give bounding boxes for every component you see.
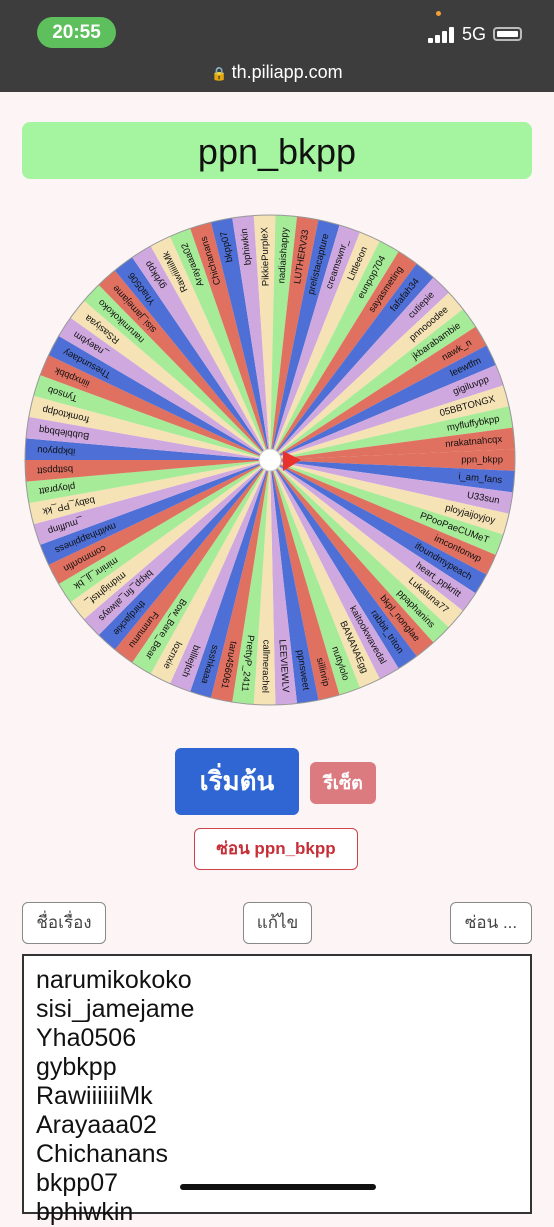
start-button[interactable]: เริ่มต้น [175,748,299,815]
list-item: Yha0506 [36,1024,137,1052]
clock: 20:55 [37,17,116,48]
url-text: th.piliapp.com [231,62,343,82]
title-button[interactable]: ชื่อเรื่อง [22,902,106,944]
wheel-result-title: ppn_bkpp [22,122,532,179]
list-item: RawiiiiiiMk [36,1082,153,1110]
cellular-signal-icon [428,27,458,43]
address-bar[interactable]: 🔒 th.piliapp.com [0,62,554,83]
battery-icon [493,27,522,41]
wheel-segment-label: ibkppyou [37,444,75,457]
status-bar: 20:55 5G 🔒 th.piliapp.com [0,0,554,92]
hide-winner-button[interactable]: ซ่อน ppn_bkpp [194,828,358,870]
wheel-segment-label: callmerachel [259,640,271,694]
privacy-indicator-dot [436,11,441,16]
wheel-hub [258,448,282,472]
names-textarea[interactable]: narumikokoko sisi_jamejame Yha0506 gybkp… [22,954,532,1226]
hide-more-button[interactable]: ซ่อน ... [450,902,532,944]
wheel-segment-label: ppn_bkpp [461,455,503,466]
wheel-segment-label: PikkiePurpleX [259,226,271,286]
network-type: 5G [462,24,487,44]
list-item: Arayaaa02 [36,1111,157,1139]
reset-button[interactable]: รีเซ็ต [310,762,376,804]
list-item: bphiwkin [36,1198,134,1226]
wheel-segment-label: bsttppstt [37,463,74,476]
home-indicator [180,1184,376,1190]
list-item: Chichanans [36,1140,169,1168]
list-item: gybkpp [36,1053,117,1081]
list-item: sisi_jamejame [36,995,195,1023]
spin-wheel[interactable]: ppn_bkppi_am_fansU33sunployjaijoyjoyPPoo… [20,210,520,710]
list-item: narumikokoko [36,966,192,994]
lock-icon: 🔒 [211,66,228,81]
edit-button[interactable]: แก้ไข [243,902,312,944]
